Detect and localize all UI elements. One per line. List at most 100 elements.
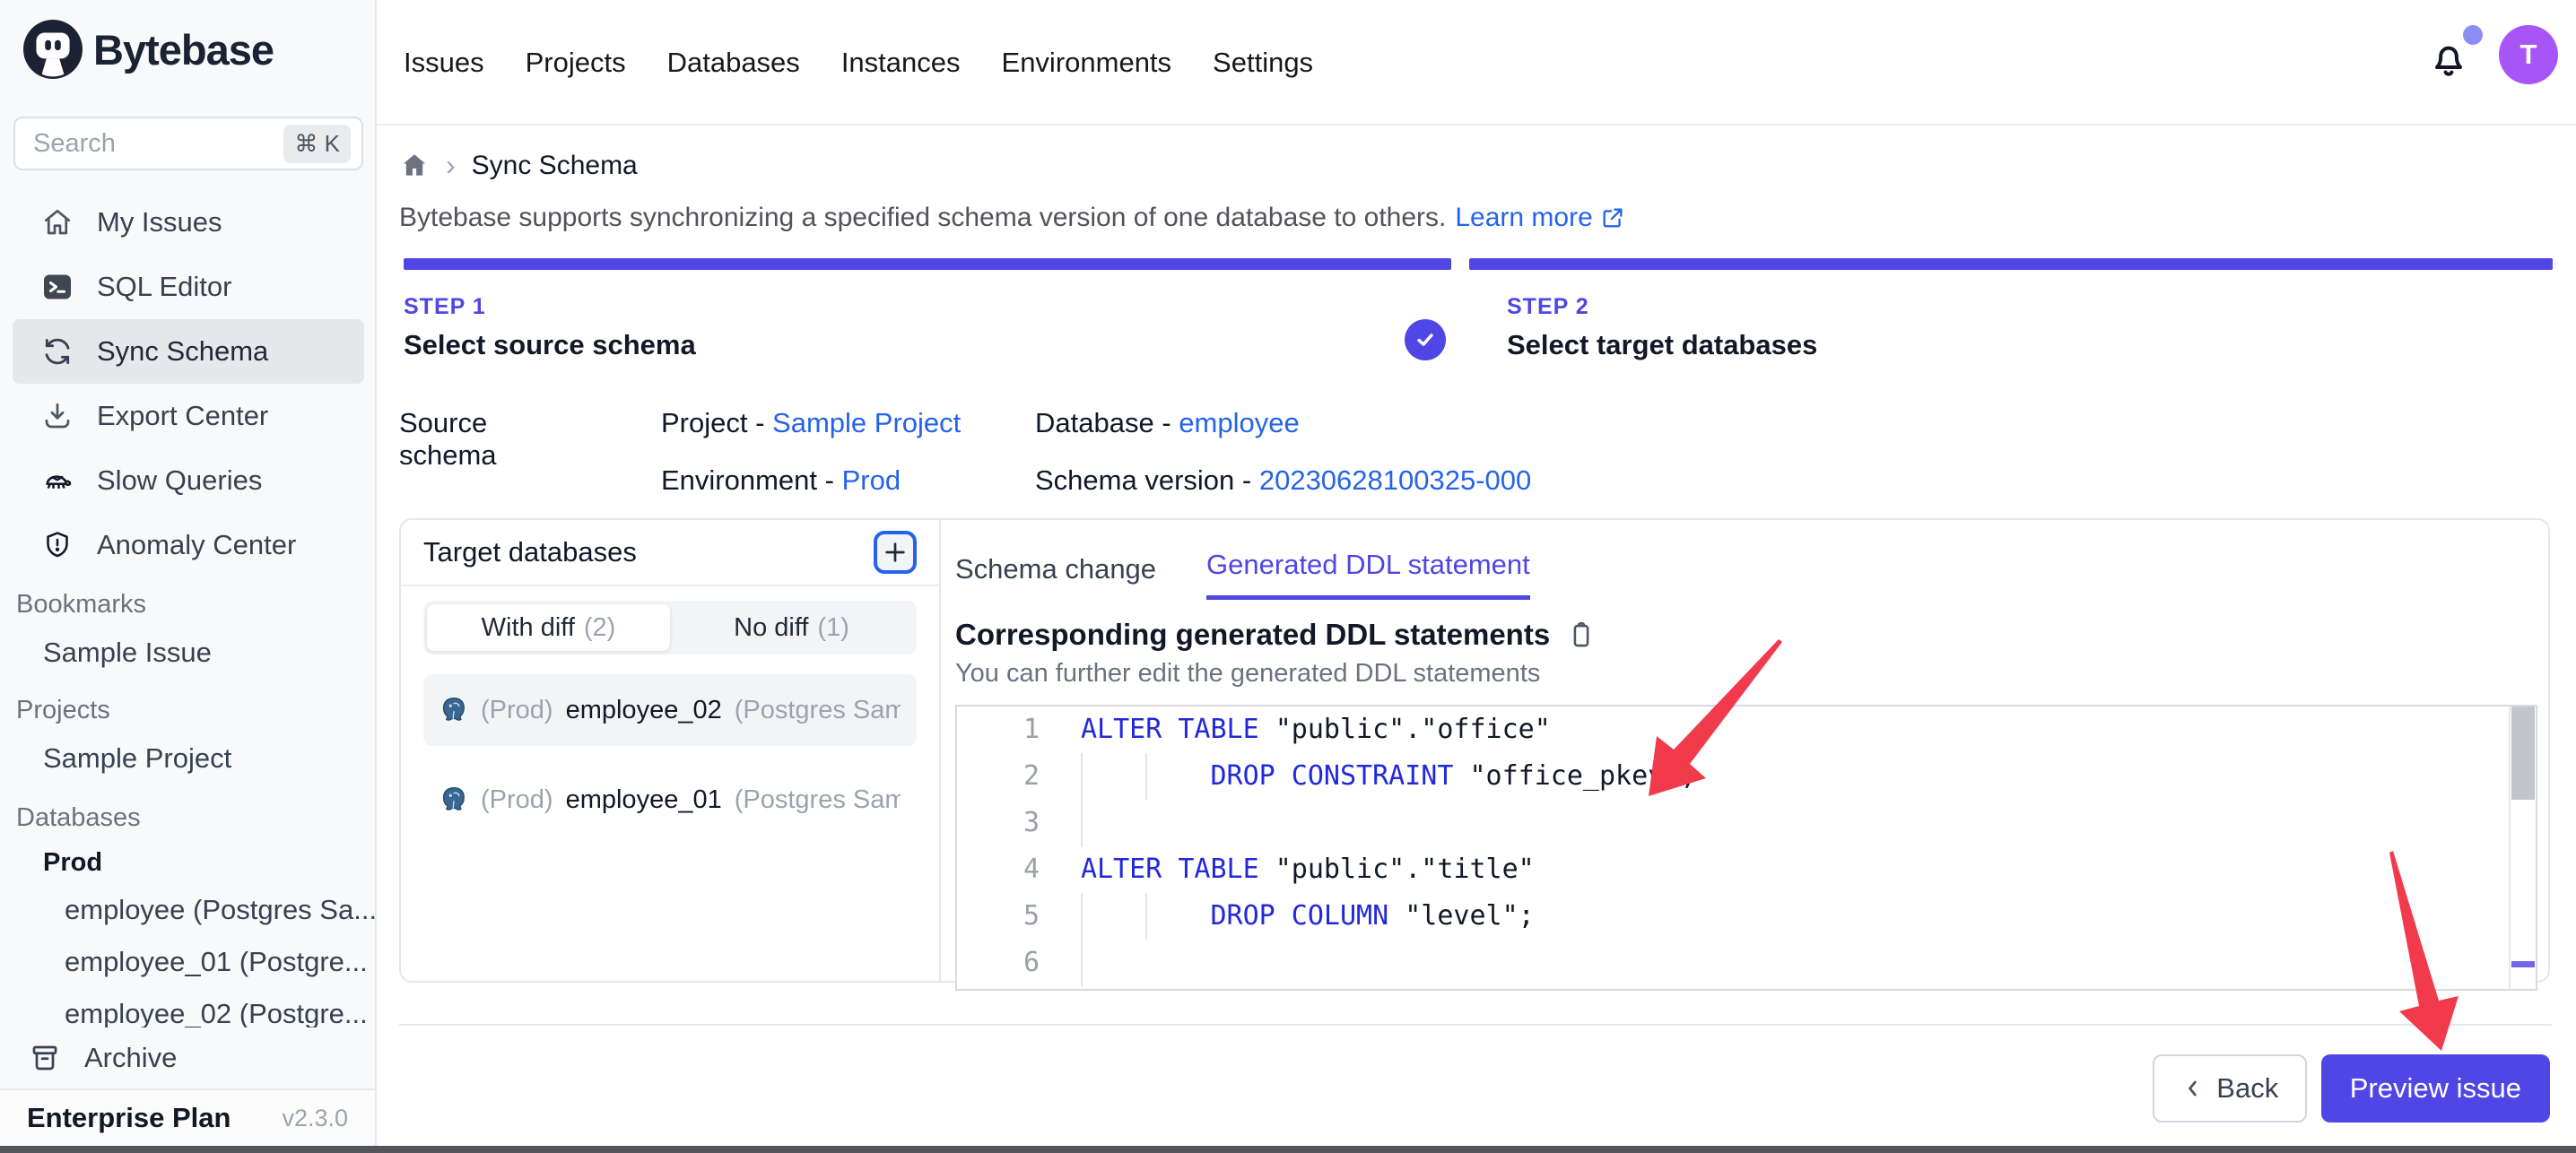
avatar[interactable]: T <box>2499 25 2558 84</box>
sidebar: Bytebase ⌘ K My Issues SQL Editor Sync S… <box>0 0 377 1153</box>
description-text: Bytebase supports synchronizing a specif… <box>399 203 1446 233</box>
version-label: v2.3.0 <box>282 1105 348 1132</box>
step1[interactable]: STEP 1 Select source schema <box>404 294 696 361</box>
page-title: Sync Schema <box>472 151 638 181</box>
sidebar-item-export-center[interactable]: Export Center <box>13 384 364 448</box>
target-database-item[interactable]: (Prod) employee_02 (Postgres Samp... <box>423 674 917 746</box>
search-input[interactable] <box>33 129 283 159</box>
ddl-panel: Schema change Generated DDL statement Co… <box>941 520 2548 981</box>
preview-issue-button[interactable]: Preview issue <box>2321 1054 2550 1123</box>
divider <box>399 1024 2552 1026</box>
home-icon <box>41 206 74 238</box>
ddl-subheading: You can further edit the generated DDL s… <box>955 659 2537 689</box>
step1-label: STEP 1 <box>404 294 696 320</box>
section-bookmarks: Bookmarks <box>0 590 377 620</box>
target-database-item[interactable]: (Prod) employee_01 (Postgres Sampl... <box>423 764 917 836</box>
add-target-database-button[interactable] <box>874 531 917 574</box>
item-name: employee_02 <box>566 696 722 725</box>
sidebar-item-my-issues[interactable]: My Issues <box>13 190 364 255</box>
schema-version-key: Schema version - <box>1035 464 1251 496</box>
nav-item-projects[interactable]: Projects <box>526 47 626 79</box>
sidebar-item-sync-schema[interactable]: Sync Schema <box>13 319 364 384</box>
notification-badge <box>2463 25 2483 45</box>
sidebar-item-sample-issue[interactable]: Sample Issue <box>0 628 377 678</box>
project-key: Project - <box>661 407 764 438</box>
environment-link[interactable]: Prod <box>842 464 901 496</box>
tab-label: With diff <box>482 613 575 643</box>
sidebar-item-slow-queries[interactable]: Slow Queries <box>13 448 364 513</box>
environment-key: Environment - <box>661 464 834 496</box>
scrollbar-thumb[interactable] <box>2511 707 2535 800</box>
database-link[interactable]: employee <box>1179 407 1299 438</box>
item-name: employee_01 <box>566 785 722 815</box>
window-bottom-edge <box>0 1146 2576 1153</box>
sidebar-item-database[interactable]: employee_02 (Postgre... <box>0 988 375 1027</box>
sidebar-item-archive[interactable]: Archive <box>0 1027 375 1088</box>
schema-version-link[interactable]: 20230628100325-000 <box>1259 464 1531 496</box>
brand-name: Bytebase <box>93 25 274 74</box>
search-shortcut-badge: ⌘ K <box>283 125 351 163</box>
step2[interactable]: STEP 2 Select target databases <box>1507 294 1817 361</box>
sidebar-item-label: Slow Queries <box>97 464 262 497</box>
sidebar-item-label: Export Center <box>97 400 268 432</box>
nav-item-issues[interactable]: Issues <box>404 47 484 79</box>
tab-count: (2) <box>584 613 615 643</box>
sql-editor[interactable]: 1ALTER TABLE "public"."office"2 DROP CON… <box>955 705 2537 991</box>
top-header: Issues Projects Databases Instances Envi… <box>377 0 2576 126</box>
sidebar-database-list: employee (Postgres Sa... employee_01 (Po… <box>0 884 375 1027</box>
code-line: 2 DROP CONSTRAINT "office_pkey"; <box>957 753 2536 800</box>
tab-generated-ddl[interactable]: Generated DDL statement <box>1206 549 1530 600</box>
preview-issue-label: Preview issue <box>2350 1072 2521 1105</box>
target-database-list: (Prod) employee_02 (Postgres Samp... (Pr… <box>401 655 939 836</box>
sidebar-item-anomaly-center[interactable]: Anomaly Center <box>13 513 364 577</box>
editor-scrollbar[interactable] <box>2509 707 2536 989</box>
postgres-icon <box>439 785 468 814</box>
sidebar-footer[interactable]: Enterprise Plan v2.3.0 <box>0 1088 375 1146</box>
item-instance: (Postgres Samp... <box>735 696 901 725</box>
tab-with-diff[interactable]: With diff (2) <box>427 604 670 651</box>
sidebar-item-database[interactable]: employee (Postgres Sa... <box>0 884 375 936</box>
sidebar-item-label: My Issues <box>97 206 222 238</box>
code-line: 1ALTER TABLE "public"."office" <box>957 707 2536 753</box>
sync-icon <box>41 335 74 368</box>
source-schema-label: Source schema <box>399 407 497 472</box>
nav-item-environments[interactable]: Environments <box>1002 47 1172 79</box>
target-databases-panel: Target databases With diff (2) No diff (… <box>401 520 941 981</box>
editor-overview-marker <box>2511 961 2535 967</box>
sidebar-item-sample-project[interactable]: Sample Project <box>0 733 377 784</box>
tab-schema-change[interactable]: Schema change <box>955 553 1156 600</box>
step1-progress-bar <box>404 258 1451 270</box>
step2-title: Select target databases <box>1507 329 1817 361</box>
nav-item-databases[interactable]: Databases <box>667 47 800 79</box>
home-breadcrumb-icon[interactable] <box>399 151 430 181</box>
bytebase-logo-icon <box>23 20 83 79</box>
nav-item-settings[interactable]: Settings <box>1213 47 1313 79</box>
copy-icon[interactable] <box>1566 620 1597 650</box>
ddl-tabs: Schema change Generated DDL statement <box>955 549 2537 600</box>
postgres-icon <box>439 696 468 724</box>
learn-more-link[interactable]: Learn more <box>1455 203 1624 233</box>
tab-no-diff[interactable]: No diff (1) <box>670 604 913 651</box>
bytebase-logo[interactable]: Bytebase <box>23 20 274 79</box>
search-box[interactable]: ⌘ K <box>13 117 363 170</box>
sync-card: Target databases With diff (2) No diff (… <box>399 518 2550 983</box>
chevron-left-icon <box>2180 1076 2206 1101</box>
sidebar-item-database[interactable]: employee_01 (Postgre... <box>0 936 375 988</box>
code-lines: 1ALTER TABLE "public"."office"2 DROP CON… <box>957 707 2536 986</box>
diff-tabs: With diff (2) No diff (1) <box>423 601 917 655</box>
breadcrumb: › Sync Schema <box>399 149 638 182</box>
sidebar-item-label: Anomaly Center <box>97 529 296 561</box>
tab-count: (1) <box>817 613 849 643</box>
sidebar-group-prod: Prod <box>0 841 377 884</box>
step2-progress-bar <box>1469 258 2553 270</box>
back-label: Back <box>2216 1072 2278 1105</box>
learn-more-label: Learn more <box>1455 203 1592 233</box>
item-environment: (Prod) <box>481 696 553 725</box>
sidebar-menu: My Issues SQL Editor Sync Schema Export … <box>0 190 377 577</box>
project-link[interactable]: Sample Project <box>772 407 961 438</box>
notification-bell-icon[interactable] <box>2427 38 2470 81</box>
sidebar-item-sql-editor[interactable]: SQL Editor <box>13 255 364 319</box>
nav-item-instances[interactable]: Instances <box>841 47 961 79</box>
back-button[interactable]: Back <box>2153 1054 2307 1123</box>
top-nav: Issues Projects Databases Instances Envi… <box>404 0 1313 126</box>
